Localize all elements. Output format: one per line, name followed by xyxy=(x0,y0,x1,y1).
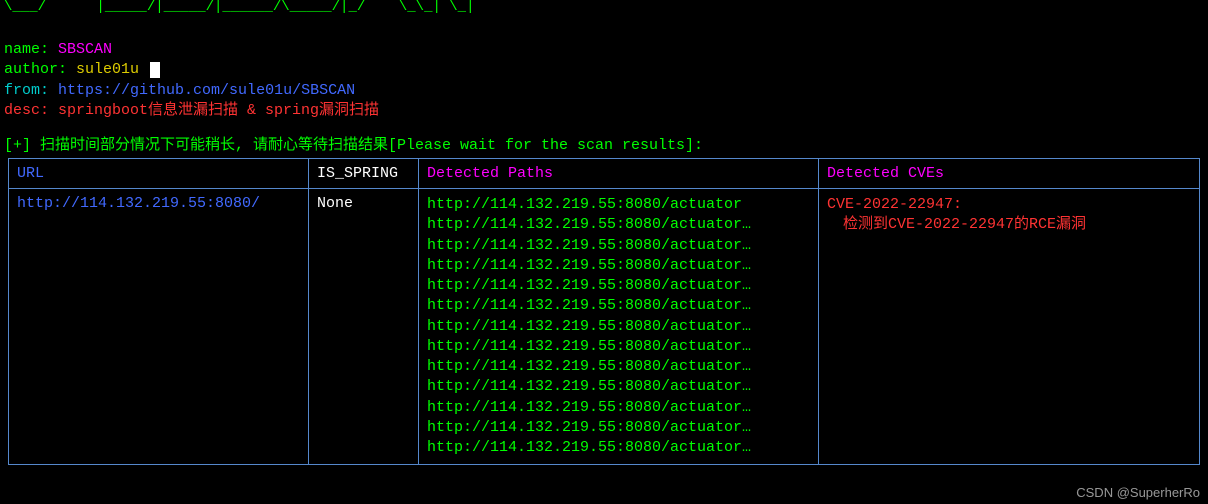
path-item[interactable]: http://114.132.219.55:8080/actuator… xyxy=(427,357,810,377)
path-item[interactable]: http://114.132.219.55:8080/actuator… xyxy=(427,296,810,316)
path-item[interactable]: http://114.132.219.55:8080/actuator… xyxy=(427,317,810,337)
header-cves: Detected CVEs xyxy=(819,159,1200,189)
tool-info: name: SBSCAN author: sule01u from: https… xyxy=(0,38,1208,123)
desc-value: springboot信息泄漏扫描 & spring漏洞扫描 xyxy=(58,102,379,119)
cell-url[interactable]: http://114.132.219.55:8080/ xyxy=(9,189,309,465)
path-item[interactable]: http://114.132.219.55:8080/actuator… xyxy=(427,398,810,418)
path-item[interactable]: http://114.132.219.55:8080/actuator xyxy=(427,195,810,215)
path-item[interactable]: http://114.132.219.55:8080/actuator… xyxy=(427,215,810,235)
header-url: URL xyxy=(9,159,309,189)
desc-label: desc: xyxy=(4,102,49,119)
cve-detail: 检测到CVE-2022-22947的RCE漏洞 xyxy=(827,215,1191,235)
table-row: http://114.132.219.55:8080/ None http://… xyxy=(9,189,1200,465)
path-item[interactable]: http://114.132.219.55:8080/actuator… xyxy=(427,377,810,397)
path-item[interactable]: http://114.132.219.55:8080/actuator… xyxy=(427,337,810,357)
ascii-banner: \___/ |_____/|_____/|______/\_____/|_/ \… xyxy=(0,0,1208,38)
author-value: sule01u xyxy=(76,61,139,78)
path-item[interactable]: http://114.132.219.55:8080/actuator… xyxy=(427,438,810,458)
author-label: author: xyxy=(4,61,67,78)
path-item[interactable]: http://114.132.219.55:8080/actuator… xyxy=(427,276,810,296)
table-header-row: URL IS_SPRING Detected Paths Detected CV… xyxy=(9,159,1200,189)
cursor-icon xyxy=(150,62,160,78)
cve-title: CVE-2022-22947: xyxy=(827,195,1191,215)
from-label: from: xyxy=(4,82,49,99)
path-item[interactable]: http://114.132.219.55:8080/actuator… xyxy=(427,256,810,276)
scan-wait-message: [+] 扫描时间部分情况下可能稍长, 请耐心等待扫描结果[Please wait… xyxy=(0,123,1208,158)
header-paths: Detected Paths xyxy=(419,159,819,189)
from-value[interactable]: https://github.com/sule01u/SBSCAN xyxy=(58,82,355,99)
watermark: CSDN @SuperherRo xyxy=(1076,485,1200,500)
name-value: SBSCAN xyxy=(58,41,112,58)
path-item[interactable]: http://114.132.219.55:8080/actuator… xyxy=(427,236,810,256)
cell-is-spring: None xyxy=(309,189,419,465)
detected-paths-list: http://114.132.219.55:8080/actuator http… xyxy=(427,195,810,458)
results-table: URL IS_SPRING Detected Paths Detected CV… xyxy=(8,158,1200,465)
name-label: name: xyxy=(4,41,49,58)
header-is-spring: IS_SPRING xyxy=(309,159,419,189)
path-item[interactable]: http://114.132.219.55:8080/actuator… xyxy=(427,418,810,438)
detected-cves: CVE-2022-22947: 检测到CVE-2022-22947的RCE漏洞 xyxy=(827,195,1191,236)
